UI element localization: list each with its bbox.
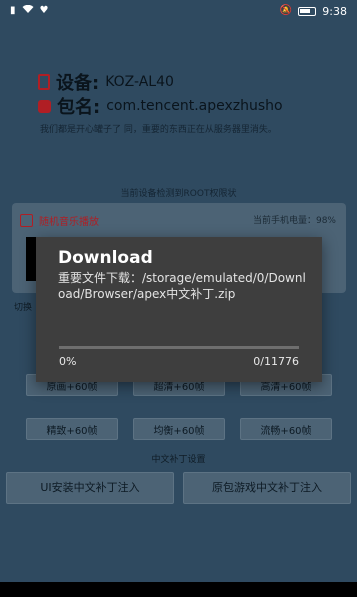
original-patch-button[interactable]: 原包游戏中文补丁注入 [183,472,351,504]
patch-section-label: 中文补丁设置 [151,455,206,465]
quality-button-smooth[interactable]: 流畅+60帧 [240,418,332,440]
music-toggle-label: 随机音乐播放 [39,217,99,228]
dialog-title: Download [58,248,153,268]
package-icon [38,99,51,113]
progress-percent: 0% [59,355,77,368]
download-progress-bar [59,346,299,349]
wifi-icon [22,4,34,17]
package-row: 包名: com.tencent.apexzhusho [38,93,283,119]
device-value: KOZ-AL40 [105,74,174,90]
device-row: 设备: KOZ-AL40 [38,69,174,95]
switch-label: 切换 [14,303,33,313]
device-label: 设备: [56,73,100,94]
heart-icon: ♥ [39,5,49,16]
sim-icon: ▮ [10,5,16,16]
battery-level-text: 当前手机电量：98% [252,216,336,226]
notice-text: 我们都是开心罐子了 同，重要的东西正在从服务器里消失。 [40,125,277,135]
package-label: 包名: [57,97,101,118]
package-value: com.tencent.apexzhusho [106,98,283,114]
quality-button-balanced[interactable]: 均衡+60帧 [133,418,225,440]
progress-count: 0/11776 [253,355,299,368]
dialog-message: 重要文件下载：/storage/emulated/0/Download/Brow… [58,271,306,301]
status-time: 9:38 [322,4,347,18]
mute-icon: 🔕 [279,5,293,16]
bottom-bar [0,582,357,597]
root-status-text: 当前设备检测到ROOT权限状 [120,189,237,199]
quality-button-fine[interactable]: 精致+60帧 [26,418,118,440]
phone-icon [38,74,50,90]
toggle-checkbox[interactable] [20,214,33,227]
status-bar: ▮ ♥ 🔕 9:38 [0,0,357,22]
ui-patch-button[interactable]: UI安装中文补丁注入 [6,472,174,504]
music-toggle[interactable]: 随机音乐播放 [20,213,99,228]
download-dialog: Download 重要文件下载：/storage/emulated/0/Down… [36,237,322,382]
battery-icon [298,6,317,16]
